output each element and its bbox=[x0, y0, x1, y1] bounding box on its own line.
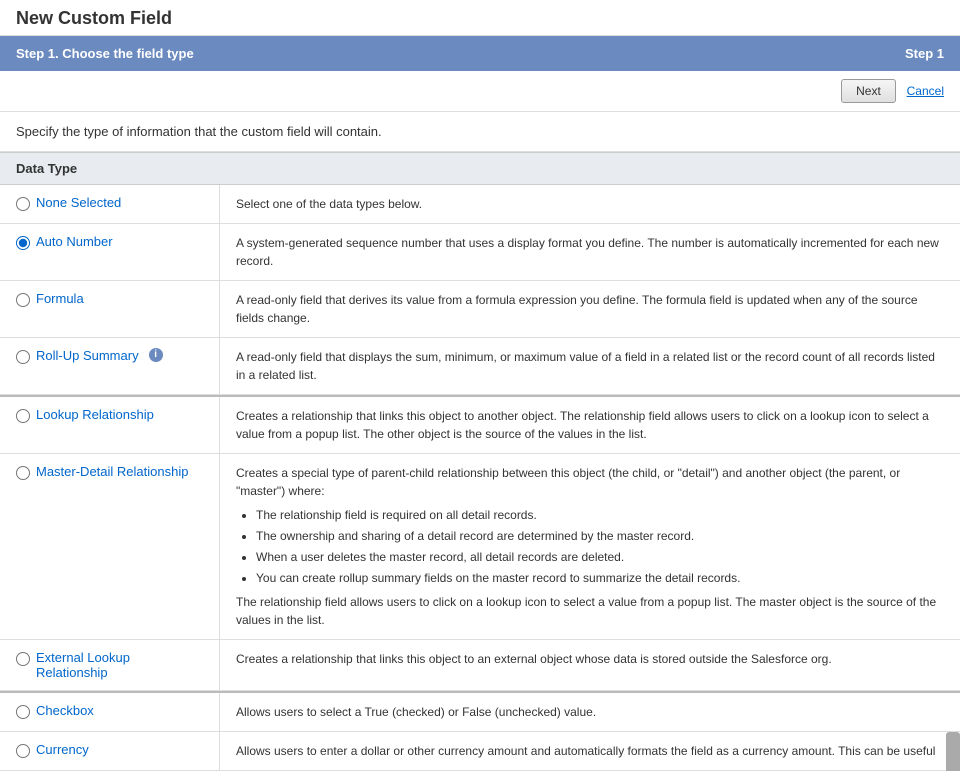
table-row: Checkbox Allows users to select a True (… bbox=[0, 691, 960, 732]
step-header-right: Step 1 bbox=[905, 46, 944, 61]
field-desc-formula: A read-only field that derives its value… bbox=[220, 281, 960, 337]
table-row: Master-Detail Relationship Creates a spe… bbox=[0, 454, 960, 640]
list-item: The ownership and sharing of a detail re… bbox=[256, 527, 944, 545]
table-row: Roll-Up Summary i A read-only field that… bbox=[0, 338, 960, 395]
table-row: External Lookup Relationship Creates a r… bbox=[0, 640, 960, 691]
radio-auto-number[interactable] bbox=[16, 236, 30, 250]
radio-external-lookup-relationship[interactable] bbox=[16, 652, 30, 666]
radio-checkbox[interactable] bbox=[16, 705, 30, 719]
radio-roll-up-summary[interactable] bbox=[16, 350, 30, 364]
table-row: Lookup Relationship Creates a relationsh… bbox=[0, 395, 960, 454]
field-label-cell: None Selected bbox=[0, 185, 220, 223]
table-row: Formula A read-only field that derives i… bbox=[0, 281, 960, 338]
field-link-currency[interactable]: Currency bbox=[36, 742, 89, 757]
radio-none-selected[interactable] bbox=[16, 197, 30, 211]
page-title: New Custom Field bbox=[16, 8, 172, 28]
step-header-left: Step 1. Choose the field type bbox=[16, 46, 194, 61]
field-link-master-detail-relationship[interactable]: Master-Detail Relationship bbox=[36, 464, 188, 479]
description-row: Specify the type of information that the… bbox=[0, 112, 960, 152]
field-label-cell: Lookup Relationship bbox=[0, 397, 220, 453]
list-item: When a user deletes the master record, a… bbox=[256, 548, 944, 566]
cancel-button[interactable]: Cancel bbox=[907, 84, 944, 98]
radio-master-detail-relationship[interactable] bbox=[16, 466, 30, 480]
field-link-external-lookup-relationship[interactable]: External Lookup Relationship bbox=[36, 650, 203, 680]
next-button[interactable]: Next bbox=[841, 79, 896, 103]
field-desc-lookup-relationship: Creates a relationship that links this o… bbox=[220, 397, 960, 453]
table-row: Currency Allows users to enter a dollar … bbox=[0, 732, 960, 771]
field-label-cell: Roll-Up Summary i bbox=[0, 338, 220, 394]
field-label-cell: Auto Number bbox=[0, 224, 220, 280]
field-link-lookup-relationship[interactable]: Lookup Relationship bbox=[36, 407, 154, 422]
field-link-auto-number[interactable]: Auto Number bbox=[36, 234, 113, 249]
field-label-cell: Formula bbox=[0, 281, 220, 337]
list-item: The relationship field is required on al… bbox=[256, 506, 944, 524]
field-link-none-selected[interactable]: None Selected bbox=[36, 195, 121, 210]
page-header: New Custom Field bbox=[0, 0, 960, 36]
field-desc-master-detail-relationship: Creates a special type of parent-child r… bbox=[220, 454, 960, 639]
field-link-formula[interactable]: Formula bbox=[36, 291, 84, 306]
field-link-roll-up-summary[interactable]: Roll-Up Summary bbox=[36, 348, 139, 363]
field-desc-roll-up-summary: A read-only field that displays the sum,… bbox=[220, 338, 960, 394]
toolbar: Next Cancel bbox=[0, 71, 960, 112]
table-row: None Selected Select one of the data typ… bbox=[0, 185, 960, 224]
field-desc-currency: Allows users to enter a dollar or other … bbox=[220, 732, 960, 770]
table-row: Auto Number A system-generated sequence … bbox=[0, 224, 960, 281]
info-icon[interactable]: i bbox=[149, 348, 163, 362]
field-desc-checkbox: Allows users to select a True (checked) … bbox=[220, 693, 960, 731]
radio-lookup-relationship[interactable] bbox=[16, 409, 30, 423]
field-desc-auto-number: A system-generated sequence number that … bbox=[220, 224, 960, 280]
field-link-checkbox[interactable]: Checkbox bbox=[36, 703, 94, 718]
step-header: Step 1. Choose the field type Step 1 bbox=[0, 36, 960, 71]
main-container: Data Type None Selected Select one of th… bbox=[0, 152, 960, 771]
description-text: Specify the type of information that the… bbox=[16, 124, 382, 139]
field-label-cell: Checkbox bbox=[0, 693, 220, 731]
master-detail-bullets: The relationship field is required on al… bbox=[236, 506, 944, 587]
field-label-cell: Master-Detail Relationship bbox=[0, 454, 220, 639]
data-type-header: Data Type bbox=[0, 152, 960, 185]
list-item: You can create rollup summary fields on … bbox=[256, 569, 944, 587]
field-label-cell: External Lookup Relationship bbox=[0, 640, 220, 690]
radio-formula[interactable] bbox=[16, 293, 30, 307]
field-desc-external-lookup-relationship: Creates a relationship that links this o… bbox=[220, 640, 960, 690]
field-label-cell: Currency bbox=[0, 732, 220, 770]
radio-currency[interactable] bbox=[16, 744, 30, 758]
field-desc-none-selected: Select one of the data types below. bbox=[220, 185, 960, 223]
scrollbar[interactable] bbox=[946, 732, 960, 771]
